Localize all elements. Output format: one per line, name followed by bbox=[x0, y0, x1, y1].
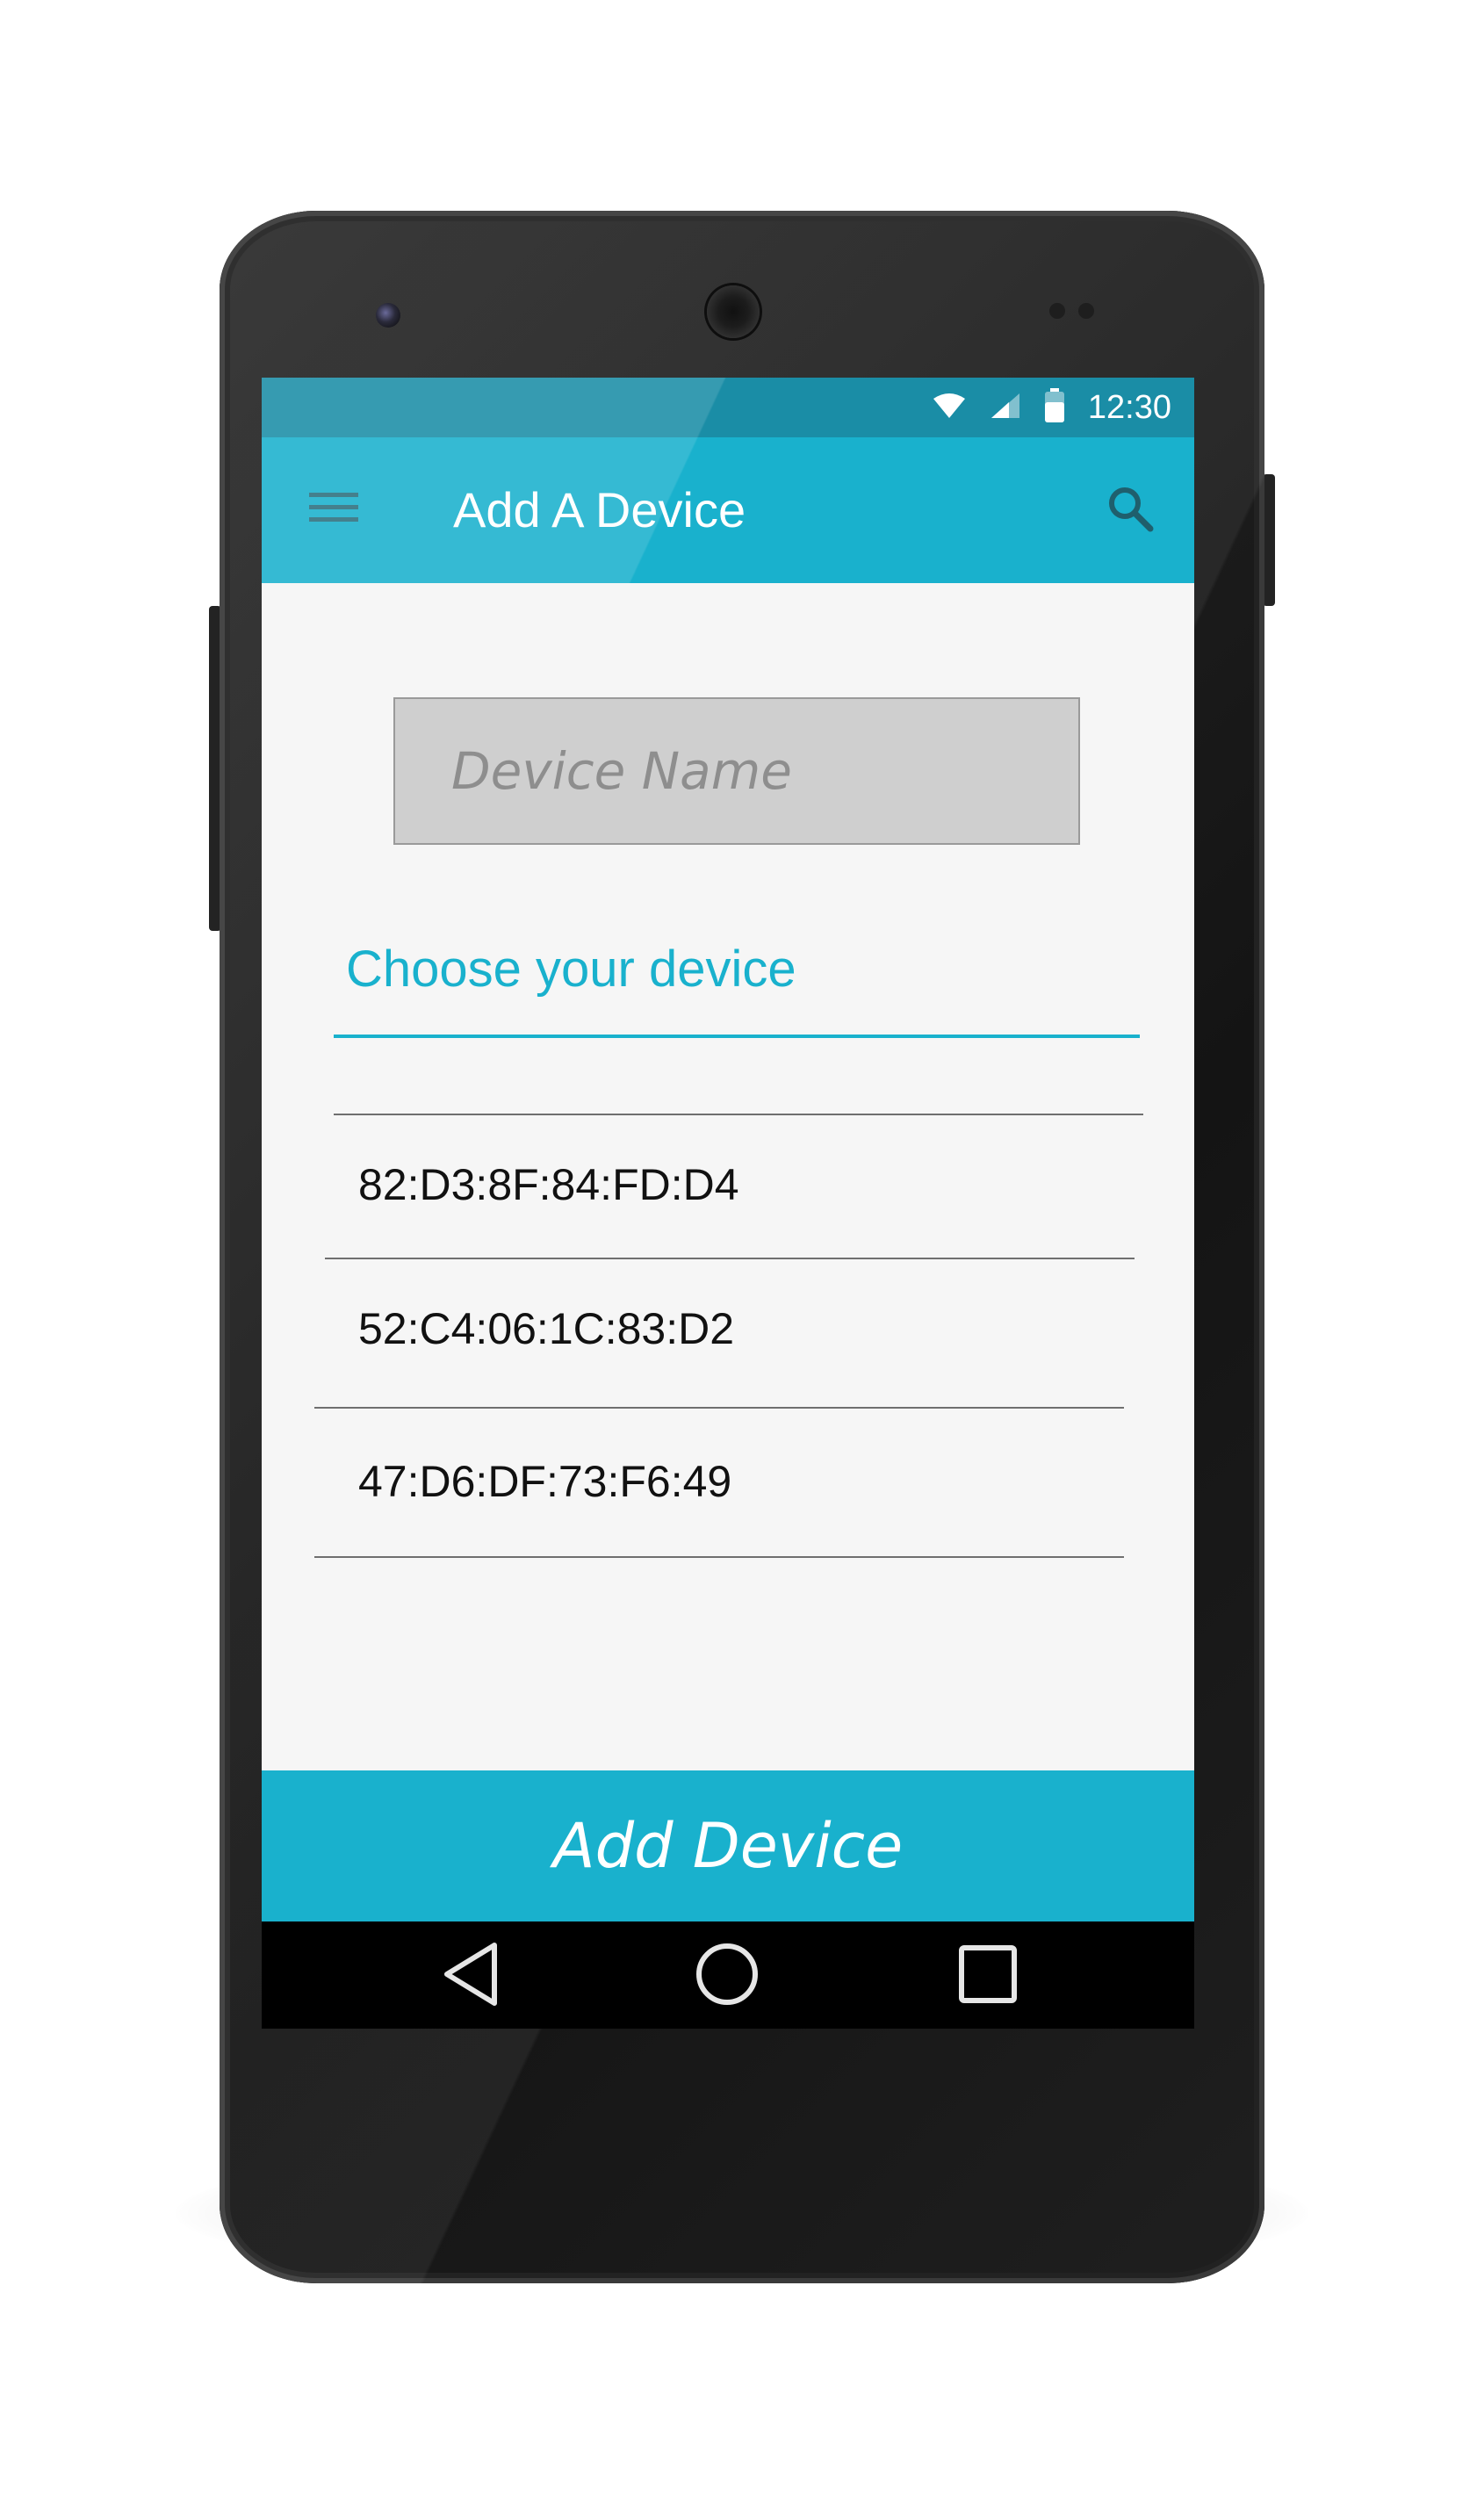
wifi-icon bbox=[932, 392, 967, 424]
list-divider bbox=[325, 1258, 1135, 1259]
status-bar: 12:30 bbox=[262, 378, 1194, 437]
home-icon bbox=[695, 1942, 760, 2011]
device-list-item[interactable]: 47:D6:DF:73:F6:49 bbox=[358, 1456, 731, 1507]
phone-screen: 12:30 Add A Device Choose your d bbox=[262, 378, 1194, 2029]
search-icon bbox=[1106, 484, 1155, 537]
list-divider bbox=[314, 1407, 1124, 1409]
app-bar: Add A Device bbox=[262, 437, 1194, 583]
device-list-label: Choose your device bbox=[346, 941, 796, 998]
light-sensor bbox=[1078, 303, 1094, 319]
device-name-input[interactable] bbox=[393, 697, 1080, 845]
list-divider bbox=[334, 1114, 1143, 1115]
back-icon bbox=[440, 1942, 501, 2011]
search-button[interactable] bbox=[1101, 481, 1159, 539]
device-list-item[interactable]: 82:D3:8F:84:FD:D4 bbox=[358, 1159, 739, 1210]
list-divider bbox=[314, 1556, 1124, 1558]
earpiece-speaker bbox=[707, 285, 760, 338]
device-list-label-underline bbox=[334, 1035, 1140, 1038]
navigation-bar bbox=[262, 1921, 1194, 2029]
recents-icon bbox=[957, 1943, 1019, 2009]
menu-button[interactable] bbox=[306, 483, 362, 536]
front-camera-icon bbox=[376, 303, 400, 328]
proximity-sensor bbox=[1049, 303, 1065, 319]
status-icons: 12:30 bbox=[932, 378, 1171, 437]
add-device-button[interactable]: Add Device bbox=[262, 1770, 1194, 1921]
home-button[interactable] bbox=[692, 1941, 762, 2011]
power-button bbox=[1263, 474, 1275, 606]
battery-icon bbox=[1044, 387, 1065, 428]
back-button[interactable] bbox=[436, 1941, 506, 2011]
hamburger-menu-icon bbox=[309, 491, 358, 529]
cell-signal-icon bbox=[990, 392, 1021, 424]
device-list-item[interactable]: 52:C4:06:1C:83:D2 bbox=[358, 1303, 734, 1354]
page-title: Add A Device bbox=[453, 482, 746, 537]
recents-button[interactable] bbox=[953, 1941, 1023, 2011]
status-time: 12:30 bbox=[1087, 388, 1171, 426]
